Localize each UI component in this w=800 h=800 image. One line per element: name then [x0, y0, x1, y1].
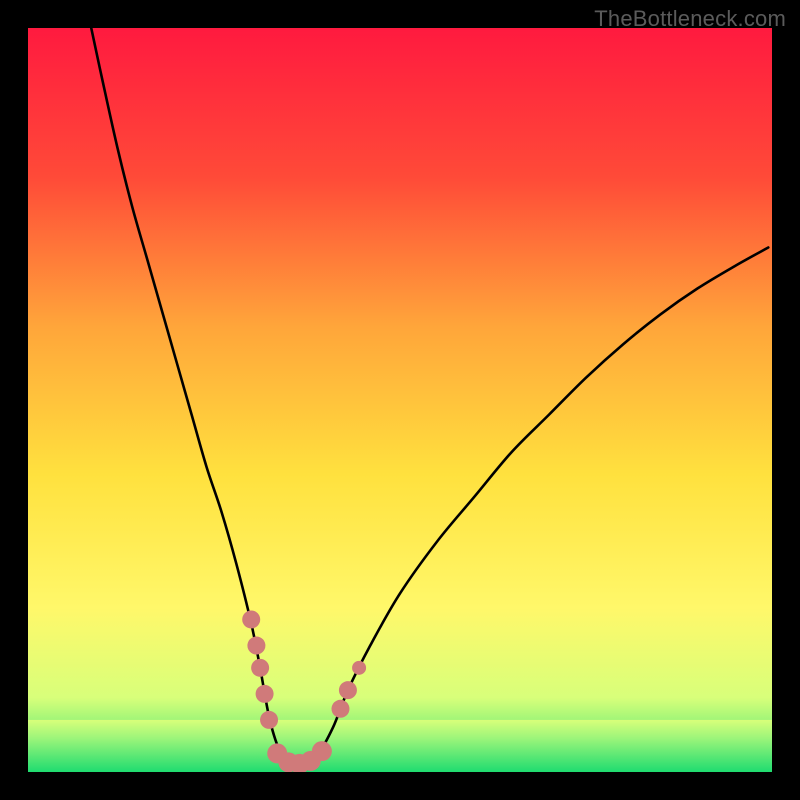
- marker-dot: [339, 681, 357, 699]
- marker-dot: [256, 685, 274, 703]
- marker-dot: [352, 661, 366, 675]
- marker-dot: [260, 711, 278, 729]
- marker-dot: [251, 659, 269, 677]
- green-band: [28, 720, 772, 772]
- marker-dot: [312, 741, 332, 761]
- marker-dot: [242, 610, 260, 628]
- watermark-text: TheBottleneck.com: [594, 6, 786, 32]
- chart-background: [28, 28, 772, 772]
- marker-dot: [247, 637, 265, 655]
- chart-plot-area: [28, 28, 772, 772]
- chart-svg: [28, 28, 772, 772]
- stage: TheBottleneck.com: [0, 0, 800, 800]
- marker-dot: [331, 700, 349, 718]
